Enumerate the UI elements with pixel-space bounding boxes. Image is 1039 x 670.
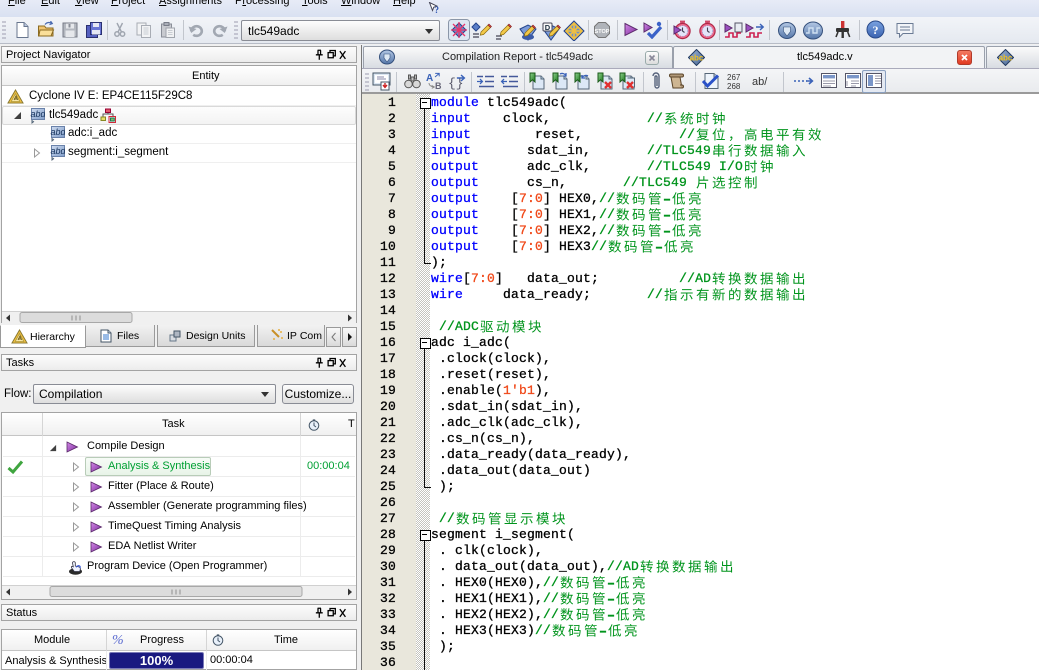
- svg-text:STOP: STOP: [595, 29, 610, 35]
- svg-text:268: 268: [727, 82, 741, 90]
- svg-text:?: ?: [873, 23, 879, 37]
- svg-text:?: ?: [435, 5, 440, 14]
- svg-text:abd: abd: [50, 146, 65, 156]
- svg-text:267: 267: [727, 73, 741, 82]
- svg-text:ab/: ab/: [752, 76, 768, 88]
- svg-text:A: A: [426, 73, 433, 84]
- svg-text:abc: abc: [690, 54, 704, 63]
- svg-text:abd: abd: [50, 127, 65, 137]
- svg-text:abd: abd: [30, 109, 45, 119]
- svg-text:D: D: [545, 23, 551, 32]
- svg-text:B: B: [435, 81, 442, 90]
- svg-text:abc: abc: [999, 54, 1013, 63]
